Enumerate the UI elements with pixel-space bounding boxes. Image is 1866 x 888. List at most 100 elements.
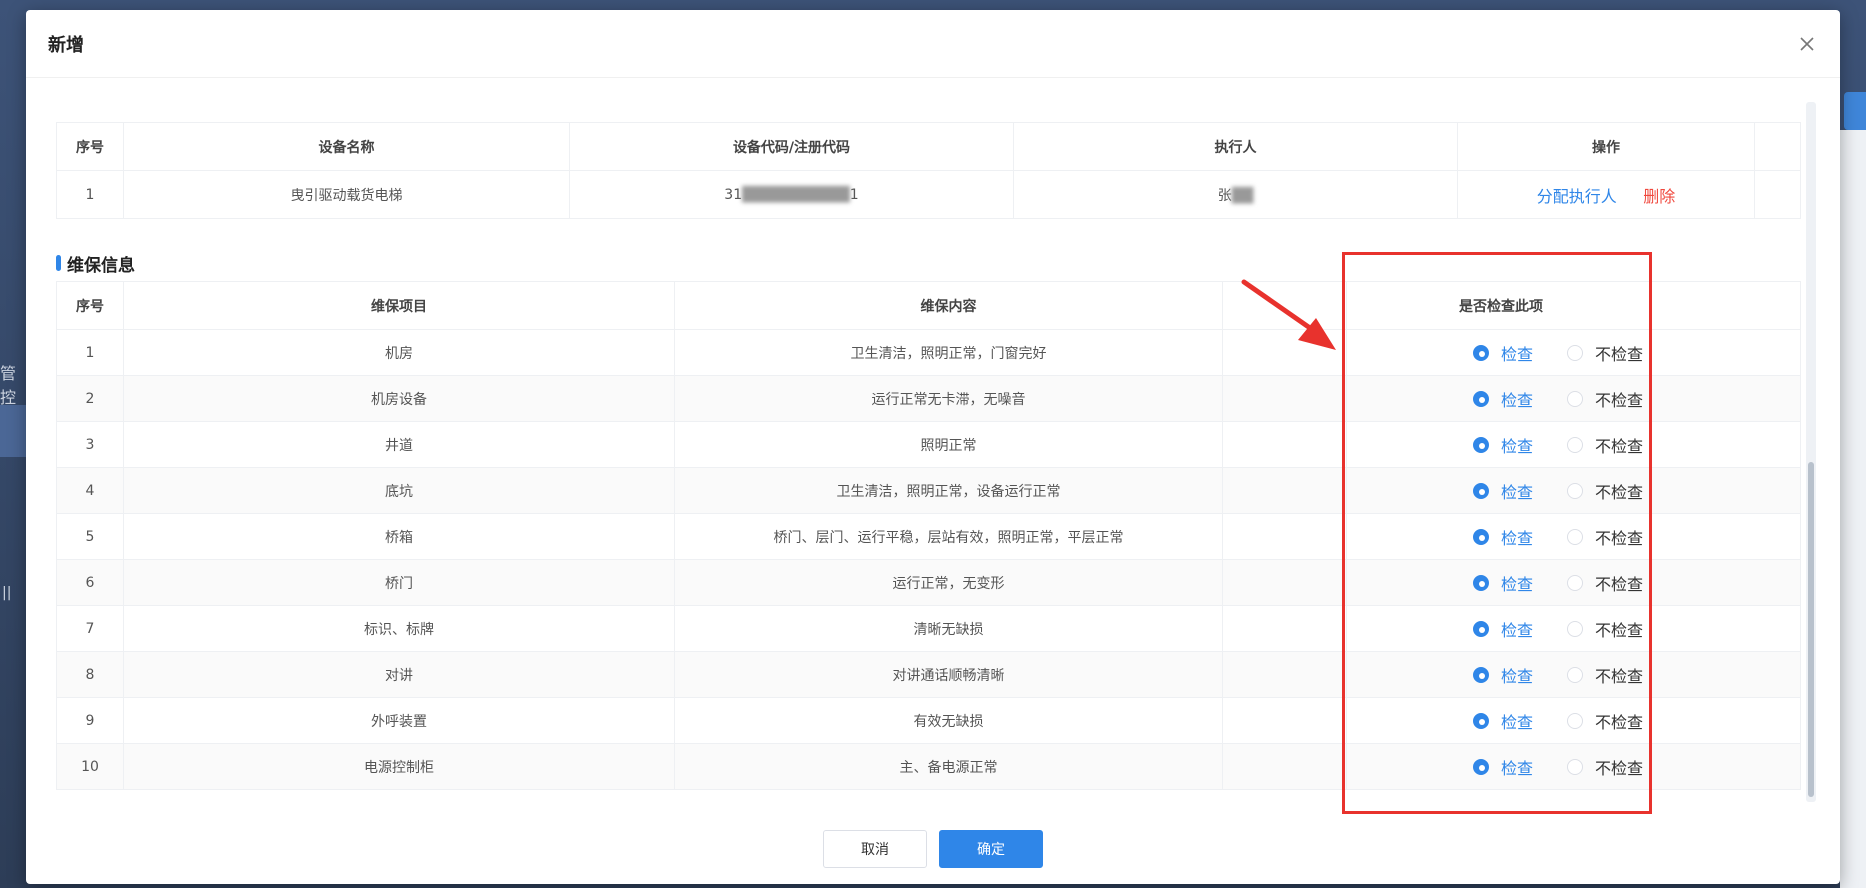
column-header-device-code: 设备代码/注册代码	[569, 122, 1014, 171]
background-panel	[1840, 130, 1866, 888]
cell-content: 清晰无缺损	[674, 605, 1223, 652]
check-radio-group: 检查 不检查	[1473, 387, 1800, 411]
radio-no-check[interactable]: 不检查	[1567, 525, 1643, 549]
radio-no-check-label: 不检查	[1595, 482, 1644, 502]
radio-check-icon[interactable]	[1473, 758, 1489, 775]
redacted-code: ██████████	[742, 186, 850, 203]
radio-check-icon[interactable]	[1473, 574, 1489, 591]
table-row: 2 机房设备 运行正常无卡滞，无噪音 检查 不检查	[56, 375, 1801, 422]
device-code-suffix: 1	[849, 186, 859, 203]
radio-check[interactable]: 检查	[1473, 341, 1533, 365]
check-radio-group: 检查 不检查	[1473, 433, 1800, 457]
radio-no-check-label: 不检查	[1595, 574, 1644, 594]
scrollbar-thumb[interactable]	[1808, 462, 1814, 797]
cell-index: 8	[56, 651, 124, 698]
radio-no-check-label: 不检查	[1595, 666, 1644, 686]
cell-item: 电源控制柜	[123, 743, 675, 790]
radio-check[interactable]: 检查	[1473, 387, 1533, 411]
cell-item: 机房	[123, 329, 675, 376]
column-header-device-name: 设备名称	[123, 122, 570, 171]
maintenance-table: 序号 维保项目 维保内容 是否检查此项 1 机房 卫生清洁，照明正常，门窗完好 …	[56, 281, 1801, 790]
radio-check-icon[interactable]	[1473, 712, 1489, 729]
column-header-spacer	[1754, 122, 1801, 171]
check-radio-group: 检查 不检查	[1473, 755, 1800, 779]
cell-item: 对讲	[123, 651, 675, 698]
equipment-table-header: 序号 设备名称 设备代码/注册代码 执行人 操作	[56, 122, 1801, 171]
radio-check-icon[interactable]	[1473, 436, 1489, 453]
background-button	[1844, 92, 1866, 130]
cell-executor: 张██	[1013, 170, 1458, 219]
check-radio-group: 检查 不检查	[1473, 709, 1800, 733]
radio-no-check[interactable]: 不检查	[1567, 433, 1643, 457]
scrollbar[interactable]	[1806, 102, 1816, 802]
table-row: 5 桥箱 桥门、层门、运行平稳，层站有效，照明正常，平层正常 检查 不检查	[56, 513, 1801, 560]
radio-no-check[interactable]: 不检查	[1567, 479, 1643, 503]
radio-check-icon[interactable]	[1473, 620, 1489, 637]
radio-check-label: 检查	[1501, 620, 1534, 640]
close-icon[interactable]	[1796, 33, 1818, 55]
radio-check-label: 检查	[1501, 712, 1534, 732]
radio-no-check[interactable]: 不检查	[1567, 341, 1643, 365]
delete-link[interactable]: 删除	[1643, 187, 1675, 206]
radio-check[interactable]: 检查	[1473, 663, 1533, 687]
section-title: 维保信息	[67, 255, 135, 276]
radio-no-check[interactable]: 不检查	[1567, 709, 1643, 733]
cell-empty	[1222, 651, 1347, 698]
cell-actions: 分配执行人 删除	[1457, 170, 1755, 219]
check-radio-group: 检查 不检查	[1473, 525, 1800, 549]
check-radio-group: 检查 不检查	[1473, 617, 1800, 641]
cell-check: 检查 不检查	[1346, 467, 1801, 514]
cell-check: 检查 不检查	[1346, 559, 1801, 606]
confirm-button[interactable]: 确定	[939, 830, 1043, 868]
cell-empty	[1222, 559, 1347, 606]
table-row: 7 标识、标牌 清晰无缺损 检查 不检查	[56, 605, 1801, 652]
radio-no-check-icon[interactable]	[1567, 574, 1584, 591]
radio-no-check-icon[interactable]	[1567, 666, 1584, 683]
radio-no-check-icon[interactable]	[1567, 482, 1584, 499]
check-radio-group: 检查 不检查	[1473, 571, 1800, 595]
radio-check[interactable]: 检查	[1473, 709, 1533, 733]
cell-empty	[1222, 513, 1347, 560]
radio-no-check[interactable]: 不检查	[1567, 387, 1643, 411]
cell-index: 1	[56, 170, 124, 219]
radio-check-icon[interactable]	[1473, 482, 1489, 499]
radio-no-check-icon[interactable]	[1567, 528, 1584, 545]
radio-no-check[interactable]: 不检查	[1567, 571, 1643, 595]
radio-check-label: 检查	[1501, 758, 1534, 778]
cell-item: 标识、标牌	[123, 605, 675, 652]
radio-check[interactable]: 检查	[1473, 617, 1533, 641]
radio-check[interactable]: 检查	[1473, 525, 1533, 549]
radio-no-check[interactable]: 不检查	[1567, 663, 1643, 687]
dialog-footer: 取消 确定	[26, 830, 1840, 868]
radio-check-icon[interactable]	[1473, 344, 1489, 361]
column-header-actions: 操作	[1457, 122, 1755, 171]
cell-index: 4	[56, 467, 124, 514]
radio-no-check-icon[interactable]	[1567, 436, 1584, 453]
radio-check[interactable]: 检查	[1473, 571, 1533, 595]
radio-check[interactable]: 检查	[1473, 433, 1533, 457]
cancel-button[interactable]: 取消	[823, 830, 927, 868]
assign-executor-link[interactable]: 分配执行人	[1537, 187, 1617, 206]
cell-check: 检查 不检查	[1346, 743, 1801, 790]
column-header-item: 维保项目	[123, 281, 675, 330]
radio-no-check-icon[interactable]	[1567, 390, 1584, 407]
radio-check-icon[interactable]	[1473, 528, 1489, 545]
radio-check[interactable]: 检查	[1473, 755, 1533, 779]
cell-index: 3	[56, 421, 124, 468]
radio-no-check-icon[interactable]	[1567, 712, 1584, 729]
cell-check: 检查 不检查	[1346, 329, 1801, 376]
cell-empty	[1222, 743, 1347, 790]
radio-no-check-icon[interactable]	[1567, 344, 1584, 361]
radio-no-check-label: 不检查	[1595, 758, 1644, 778]
radio-check[interactable]: 检查	[1473, 479, 1533, 503]
cell-index: 6	[56, 559, 124, 606]
radio-no-check[interactable]: 不检查	[1567, 755, 1643, 779]
radio-no-check[interactable]: 不检查	[1567, 617, 1643, 641]
redacted-name: ██	[1231, 187, 1254, 204]
cell-check: 检查 不检查	[1346, 421, 1801, 468]
cell-check: 检查 不检查	[1346, 651, 1801, 698]
radio-check-icon[interactable]	[1473, 390, 1489, 407]
radio-no-check-icon[interactable]	[1567, 758, 1584, 775]
radio-no-check-icon[interactable]	[1567, 620, 1584, 637]
radio-check-icon[interactable]	[1473, 666, 1489, 683]
